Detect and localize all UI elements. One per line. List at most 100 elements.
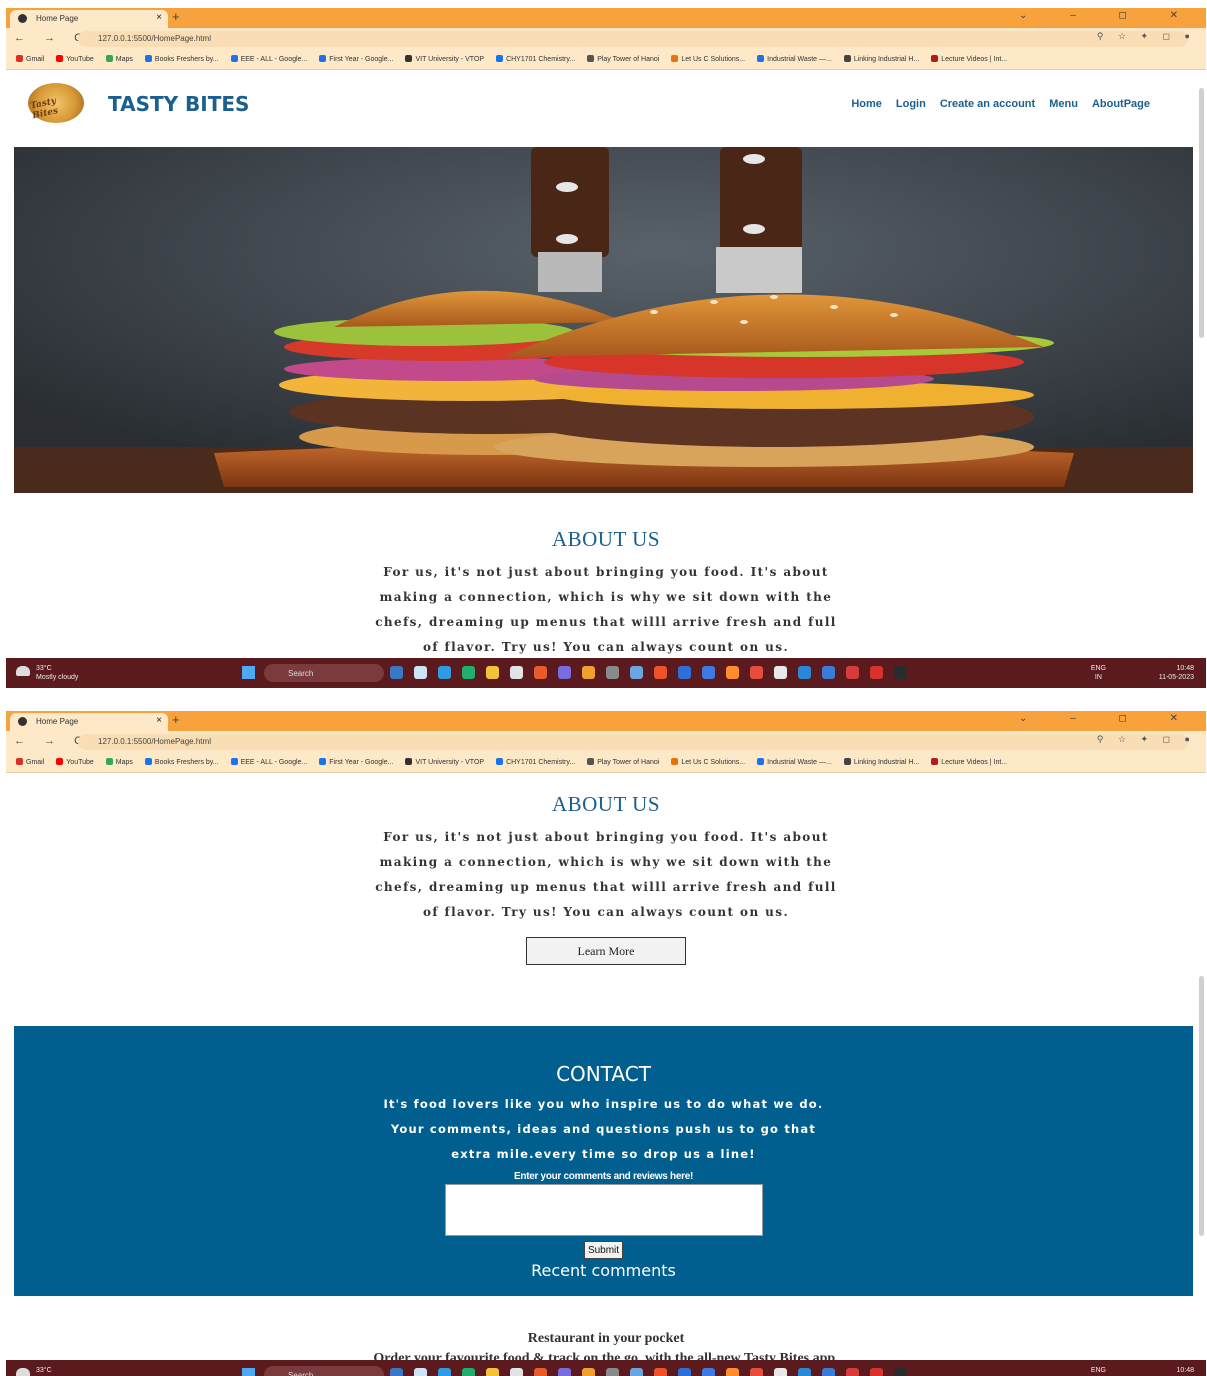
bookmark-item[interactable]: First Year - Google... — [319, 55, 393, 63]
taskbar-app-icon[interactable] — [486, 1368, 499, 1376]
bookmark-item[interactable]: Industrial Waste —... — [757, 55, 832, 63]
taskbar-app-icon[interactable] — [390, 666, 403, 679]
weather-widget[interactable]: 33°CMostly cloudy — [36, 1366, 78, 1376]
bookmark-item[interactable]: First Year - Google... — [319, 758, 393, 766]
learn-more-button[interactable]: Learn More — [526, 937, 686, 965]
bookmark-item[interactable]: Maps — [105, 55, 133, 63]
language-indicator[interactable]: ENGIN — [1091, 1366, 1106, 1376]
weather-widget[interactable]: 33°CMostly cloudy — [36, 664, 78, 682]
bookmark-item[interactable]: Let Us C Solutions... — [671, 758, 745, 766]
taskbar-app-icon[interactable] — [534, 1368, 547, 1376]
taskbar-app-icon[interactable] — [510, 1368, 523, 1376]
taskbar-app-icon[interactable] — [486, 666, 499, 679]
taskbar-app-icon[interactable] — [726, 666, 739, 679]
bookmark-item[interactable]: Books Freshers by... — [144, 758, 219, 766]
bookmark-item[interactable]: Play Tower of Hanoi — [587, 55, 659, 63]
taskbar-app-icon[interactable] — [894, 1368, 907, 1376]
taskbar-app-icon[interactable] — [462, 666, 475, 679]
taskbar-app-icon[interactable] — [798, 666, 811, 679]
window-controls[interactable]: ⌄ – ◻ ✕ — [1019, 713, 1198, 724]
nav-link-home[interactable]: Home — [851, 98, 882, 110]
taskbar-app-icon[interactable] — [414, 666, 427, 679]
taskbar-app-icon[interactable] — [678, 1368, 691, 1376]
taskbar-app-icon[interactable] — [774, 1368, 787, 1376]
new-tab-button[interactable]: + — [172, 9, 180, 24]
close-tab-icon[interactable]: × — [156, 12, 162, 23]
taskbar-app-icon[interactable] — [798, 1368, 811, 1376]
bookmark-item[interactable]: Lecture Videos | Int... — [931, 758, 1007, 766]
taskbar-app-icon[interactable] — [726, 1368, 739, 1376]
bookmark-item[interactable]: Gmail — [16, 55, 44, 63]
window-controls[interactable]: ⌄ – ◻ ✕ — [1019, 10, 1198, 21]
bookmark-item[interactable]: VIT University - VTOP — [405, 758, 484, 766]
bookmark-item[interactable]: Maps — [105, 758, 133, 766]
new-tab-button[interactable]: + — [172, 712, 180, 727]
submit-button[interactable]: Submit — [583, 1241, 624, 1259]
taskbar-app-icon[interactable] — [870, 1368, 883, 1376]
bookmark-item[interactable]: EEE - ALL - Google... — [230, 758, 307, 766]
bookmark-item[interactable]: Let Us C Solutions... — [671, 55, 745, 63]
page-scrollbar[interactable] — [1199, 976, 1204, 1236]
taskbar-app-icon[interactable] — [438, 666, 451, 679]
taskbar-app-icon[interactable] — [822, 666, 835, 679]
nav-link-menu[interactable]: Menu — [1049, 98, 1078, 110]
taskbar-app-icon[interactable] — [390, 1368, 403, 1376]
taskbar-app-icon[interactable] — [630, 666, 643, 679]
taskbar-app-icon[interactable] — [774, 666, 787, 679]
taskbar-app-icon[interactable] — [894, 666, 907, 679]
taskbar-app-icon[interactable] — [750, 666, 763, 679]
taskbar-app-icon[interactable] — [846, 666, 859, 679]
bookmark-item[interactable]: Gmail — [16, 758, 44, 766]
taskbar-app-icon[interactable] — [582, 1368, 595, 1376]
bookmark-item[interactable]: Industrial Waste —... — [757, 758, 832, 766]
taskbar-app-icon[interactable] — [654, 1368, 667, 1376]
taskbar-app-icon[interactable] — [438, 1368, 451, 1376]
browser-tab[interactable]: Home Page × — [10, 713, 168, 731]
taskbar-app-icon[interactable] — [558, 666, 571, 679]
bookmark-item[interactable]: YouTube — [56, 758, 94, 766]
bookmark-item[interactable]: Linking Industrial H... — [843, 758, 919, 766]
taskbar-app-icon[interactable] — [630, 1368, 643, 1376]
taskbar-app-icon[interactable] — [606, 666, 619, 679]
taskbar-search[interactable]: Search — [264, 1366, 384, 1376]
bookmark-item[interactable]: CHY1701 Chemistry... — [496, 758, 575, 766]
windows-start-icon[interactable] — [242, 1368, 255, 1376]
bookmark-item[interactable]: Play Tower of Hanoi — [587, 758, 659, 766]
taskbar-app-icon[interactable] — [702, 666, 715, 679]
url-field[interactable]: 127.0.0.1:5500/HomePage.html — [78, 31, 1188, 47]
browser-tab[interactable]: Home Page × — [10, 10, 168, 28]
tasty-bites-logo[interactable]: Tasty Bites — [28, 83, 84, 123]
bookmark-item[interactable]: VIT University - VTOP — [405, 55, 484, 63]
taskbar-app-icon[interactable] — [678, 666, 691, 679]
extension-icons[interactable]: ⚲ ☆ ✦ ◻ ● — [1097, 31, 1196, 42]
url-field[interactable]: 127.0.0.1:5500/HomePage.html — [78, 734, 1188, 750]
windows-start-icon[interactable] — [242, 666, 255, 679]
bookmark-item[interactable]: Books Freshers by... — [144, 55, 219, 63]
taskbar-search[interactable]: Search — [264, 664, 384, 682]
taskbar-app-icon[interactable] — [702, 1368, 715, 1376]
taskbar-app-icon[interactable] — [846, 1368, 859, 1376]
nav-link-create-an-account[interactable]: Create an account — [940, 98, 1035, 110]
bookmark-item[interactable]: Linking Industrial H... — [843, 55, 919, 63]
taskbar-app-icon[interactable] — [870, 666, 883, 679]
bookmark-item[interactable]: EEE - ALL - Google... — [230, 55, 307, 63]
language-indicator[interactable]: ENGIN — [1091, 664, 1106, 682]
bookmark-item[interactable]: Lecture Videos | Int... — [931, 55, 1007, 63]
extension-icons[interactable]: ⚲ ☆ ✦ ◻ ● — [1097, 734, 1196, 745]
taskbar-app-icon[interactable] — [750, 1368, 763, 1376]
close-tab-icon[interactable]: × — [156, 715, 162, 726]
page-scrollbar[interactable] — [1199, 88, 1204, 338]
taskbar-app-icon[interactable] — [534, 666, 547, 679]
comment-textarea[interactable] — [444, 1184, 763, 1236]
taskbar-app-icon[interactable] — [606, 1368, 619, 1376]
bookmark-item[interactable]: CHY1701 Chemistry... — [496, 55, 575, 63]
taskbar-app-icon[interactable] — [582, 666, 595, 679]
taskbar-app-icon[interactable] — [558, 1368, 571, 1376]
taskbar-app-icon[interactable] — [822, 1368, 835, 1376]
taskbar-app-icon[interactable] — [510, 666, 523, 679]
taskbar-app-icon[interactable] — [654, 666, 667, 679]
clock[interactable]: 10:4811-05-2023 — [1159, 1366, 1194, 1376]
taskbar-app-icon[interactable] — [462, 1368, 475, 1376]
clock[interactable]: 10:4811-05-2023 — [1159, 664, 1194, 682]
nav-link-aboutpage[interactable]: AboutPage — [1092, 98, 1150, 110]
